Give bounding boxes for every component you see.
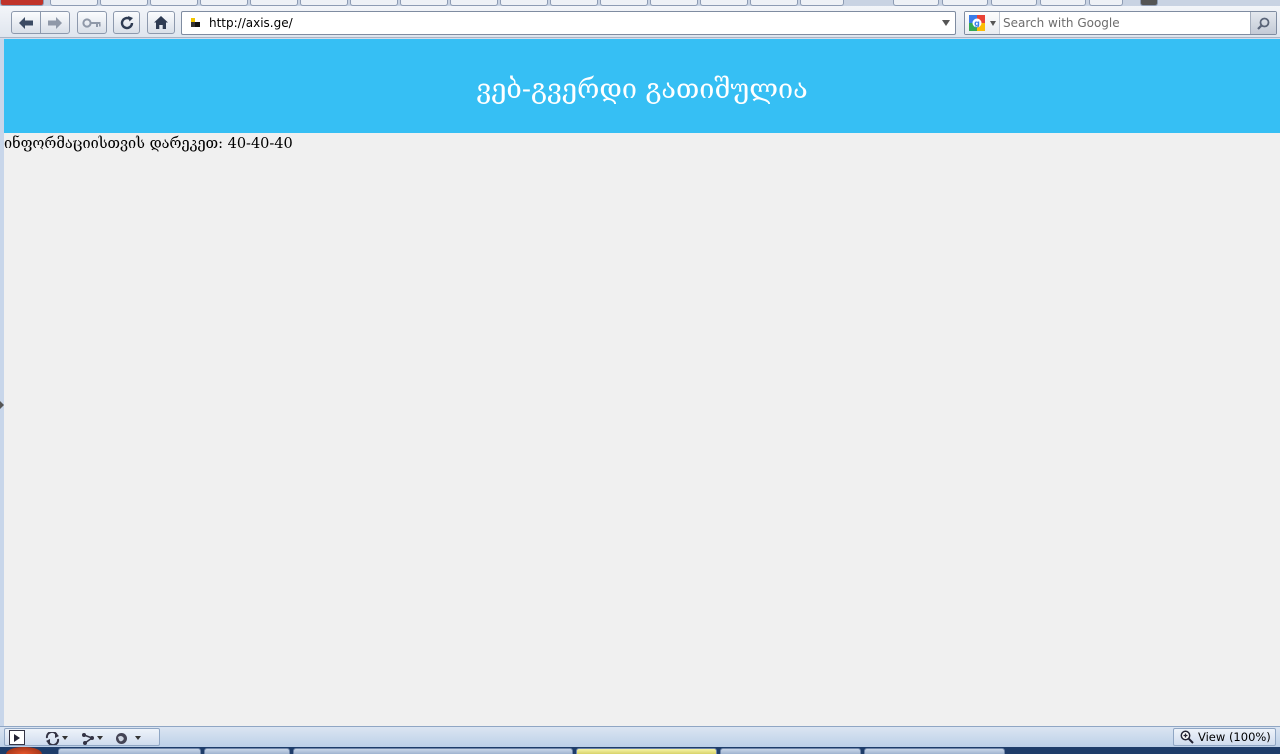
sync-button[interactable] — [45, 731, 68, 745]
back-button[interactable] — [11, 11, 41, 34]
chevron-down-icon — [990, 21, 996, 26]
sync-icon — [45, 731, 60, 745]
arrow-right-icon — [48, 16, 62, 29]
share-button[interactable] — [81, 731, 103, 745]
maintenance-banner: ვებ-გვერდი გათიშულია — [4, 39, 1280, 133]
globe-icon — [116, 732, 127, 744]
taskbar-item[interactable] — [576, 748, 717, 754]
chevron-down-icon — [97, 736, 103, 740]
addon-bar — [4, 728, 160, 746]
chevron-down-icon — [135, 736, 141, 740]
taskbar-item[interactable] — [720, 748, 861, 754]
magnifier-icon — [1257, 17, 1270, 30]
url-bar[interactable]: http://axis.ge/ — [181, 11, 956, 35]
panel-toggle-button[interactable] — [9, 730, 25, 745]
reload-icon — [120, 15, 133, 29]
status-bar: View (100%) — [0, 726, 1280, 747]
contact-info-text: ინფორმაციისთვის დარეკეთ: 40-40-40 — [4, 136, 293, 152]
chevron-down-icon — [62, 736, 68, 740]
reload-button[interactable] — [113, 11, 140, 34]
page-content: ვებ-გვერდი გათიშულია ინფორმაციისთვის დარ… — [4, 39, 1280, 726]
key-icon — [82, 17, 101, 28]
search-bar: g — [964, 11, 1277, 35]
search-engine-selector[interactable]: g — [965, 12, 1000, 34]
search-input[interactable] — [1002, 12, 1248, 34]
home-button[interactable] — [147, 11, 175, 34]
play-panel-icon — [14, 733, 20, 742]
zoom-control[interactable]: View (100%) — [1173, 728, 1276, 746]
taskbar-item[interactable] — [293, 748, 573, 754]
navigation-toolbar: http://axis.ge/ g — [0, 6, 1280, 38]
taskbar-item[interactable] — [58, 748, 201, 754]
home-icon — [154, 16, 168, 29]
search-go-button[interactable] — [1250, 12, 1276, 34]
start-button[interactable] — [6, 747, 42, 754]
svg-text:g: g — [974, 19, 980, 28]
share-icon — [82, 732, 94, 745]
taskbar-item[interactable] — [864, 748, 1005, 754]
zoom-magnifier-icon — [1180, 730, 1194, 744]
site-favicon-icon — [190, 17, 201, 28]
chevron-down-icon[interactable] — [942, 20, 950, 26]
url-text[interactable]: http://axis.ge/ — [209, 16, 293, 30]
forward-button[interactable] — [40, 11, 70, 34]
identity-button[interactable] — [77, 11, 107, 34]
web-globe-button[interactable] — [115, 731, 141, 745]
taskbar-item[interactable] — [204, 748, 290, 754]
os-taskbar — [0, 747, 1280, 754]
google-icon: g — [969, 15, 985, 31]
zoom-label[interactable]: View (100%) — [1198, 730, 1271, 744]
arrow-left-icon — [19, 16, 33, 29]
banner-title: ვებ-გვერდი გათიშულია — [476, 73, 808, 105]
